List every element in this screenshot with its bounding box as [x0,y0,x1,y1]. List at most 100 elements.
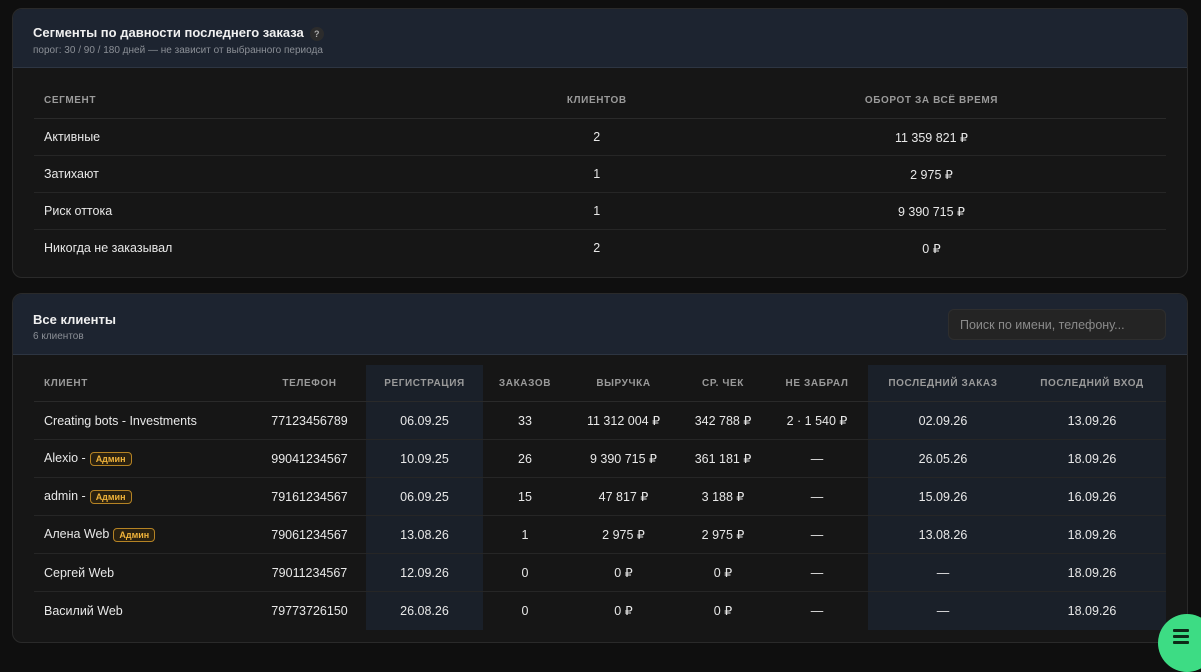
client-revenue: 0 ₽ [567,553,680,592]
client-avg-check: 342 788 ₽ [680,401,766,440]
segment-clients: 2 [593,241,601,256]
client-last-order: 26.05.26 [868,439,1018,478]
clients-header-row: Клиент Телефон Регистрация Заказов Выруч… [34,365,1166,402]
client-last-login: 18.09.26 [1018,515,1166,554]
client-not-picked: — [766,515,868,554]
client-name-cell[interactable]: admin - Админ [34,477,253,516]
segment-row: Риск оттока 1 9 390 715 ₽ [34,192,1166,230]
client-orders: 1 [483,515,567,554]
client-name: Сергей Web [44,565,115,580]
client-phone: 79011234567 [253,553,366,592]
client-registration: 10.09.25 [366,439,483,478]
client-name: Алена Web [44,527,110,542]
client-avg-check: 361 181 ₽ [680,439,766,478]
search-input[interactable] [948,309,1166,340]
client-row[interactable]: Alexio - Админ 99041234567 10.09.25 26 9 390 … [34,439,1166,478]
segments-title: Сегменты по давности последнего заказа? [33,25,1187,41]
client-avg-check: 0 ₽ [680,553,766,592]
col-avg-check[interactable]: Ср. чек [680,365,766,402]
segment-row: Активные 2 11 359 821 ₽ [34,118,1166,156]
col-phone[interactable]: Телефон [253,365,366,402]
client-row[interactable]: Сергей Web 79011234567 12.09.26 0 0 ₽0 ₽ — —18… [34,553,1166,592]
client-phone: 77123456789 [253,401,366,440]
client-not-picked: — [766,553,868,592]
client-row[interactable]: Василий Web 79773726150 26.08.26 0 0 ₽0 ₽ — —1… [34,591,1166,630]
segment-turnover: 11 359 821 ₽ [696,118,1166,156]
client-not-picked: — [810,603,824,618]
client-revenue: 11 312 004 ₽ [567,401,680,440]
col-client[interactable]: Клиент [34,365,253,402]
segment-turnover: 0 ₽ [922,241,941,256]
client-not-picked: — [766,439,868,478]
segments-header-row: Сегмент Клиентов Оборот за всё время [34,82,1166,119]
admin-badge: Админ [89,451,132,466]
client-last-login: 18.09.26 [1018,553,1166,592]
client-last-order: — [868,591,1018,630]
client-avg-check: 3 188 ₽ [680,477,766,516]
col-registration[interactable]: Регистрация [366,365,483,402]
client-last-order: 02.09.26 [868,401,1018,440]
menu-button[interactable] [1158,614,1201,672]
help-icon[interactable]: ? [309,26,324,41]
client-phone: 79061234567 [253,515,366,554]
segment-turnover: 2 975 ₽ [696,155,1166,193]
client-last-login: 18.09.26 [1018,439,1166,478]
client-row[interactable]: admin - Админ 79161234567 06.09.25 15 47 817 … [34,477,1166,516]
col-last-login[interactable]: Последний вход [1018,365,1166,402]
client-avg-check: 2 975 ₽ [680,515,766,554]
client-orders: 15 [483,477,567,516]
client-row[interactable]: Creating bots - Investments 77123456789 06… [34,401,1166,440]
client-revenue: 9 390 715 ₽ [567,439,680,478]
client-name: Василий Web [44,603,123,618]
client-registration: 26.08.26 [366,591,483,630]
client-not-picked: 2 · 1 540 ₽ [766,401,868,440]
client-last-login: 16.09.26 [1018,477,1166,516]
col-turnover: Оборот за всё время [696,82,1166,119]
client-name: admin - [44,489,86,504]
client-phone: 79773726150 [271,603,348,618]
segment-clients: 2 [496,118,697,156]
segments-subtitle: порог: 30 / 90 / 180 дней — не зависит о… [33,44,323,56]
client-last-order: — [868,553,1018,592]
segment-row: Затихают 1 2 975 ₽ [34,155,1166,193]
col-orders[interactable]: Заказов [483,365,567,402]
clients-header: Все клиенты 6 клиентов [13,294,1187,355]
client-phone: 99041234567 [253,439,366,478]
admin-badge: Админ [113,527,156,542]
client-orders: 0 [521,603,529,618]
client-registration: 06.09.25 [366,477,483,516]
client-name: Alexio - [44,451,86,466]
client-registration: 06.09.25 [366,401,483,440]
client-row[interactable]: Алена Web Админ 79061234567 13.08.26 1 2 975 … [34,515,1166,554]
segments-title-text: Сегменты по давности последнего заказа [33,25,304,40]
segment-turnover: 9 390 715 ₽ [696,192,1166,230]
client-last-order: 15.09.26 [868,477,1018,516]
col-segment: Сегмент [34,82,497,119]
client-name-cell[interactable]: Сергей Web [34,553,253,592]
clients-table: Клиент Телефон Регистрация Заказов Выруч… [34,365,1166,630]
segment-row: Никогда не заказывал 2 0 ₽ [34,230,1166,267]
segment-segment: Никогда не заказывал [44,241,173,256]
client-name-cell[interactable]: Alexio - Админ [34,439,253,478]
client-registration: 13.08.26 [366,515,483,554]
client-name-cell[interactable]: Creating bots - Investments [34,401,253,440]
col-clients: Клиентов [496,82,697,119]
client-name-cell[interactable]: Василий Web [34,592,253,630]
client-orders: 33 [483,401,567,440]
segments-header: Сегменты по давности последнего заказа? … [13,9,1187,68]
client-phone: 79161234567 [253,477,366,516]
client-last-login: 18.09.26 [1018,591,1166,630]
segment-clients: 1 [496,192,697,230]
segment-segment: Активные [34,118,497,156]
client-not-picked: — [766,477,868,516]
client-registration: 12.09.26 [366,553,483,592]
client-last-order: 13.08.26 [868,515,1018,554]
clients-card: Все клиенты 6 клиентов Клиент Телефон Ре… [12,293,1188,643]
segment-segment: Затихают [34,155,497,193]
col-last-order[interactable]: Последний заказ [868,365,1018,402]
segments-table: Сегмент Клиентов Оборот за всё время Акт… [34,82,1166,267]
col-not-picked[interactable]: Не забрал [766,365,868,402]
col-revenue[interactable]: Выручка [567,365,680,402]
client-name-cell[interactable]: Алена Web Админ [34,515,253,554]
segments-card: Сегменты по давности последнего заказа? … [12,8,1188,278]
